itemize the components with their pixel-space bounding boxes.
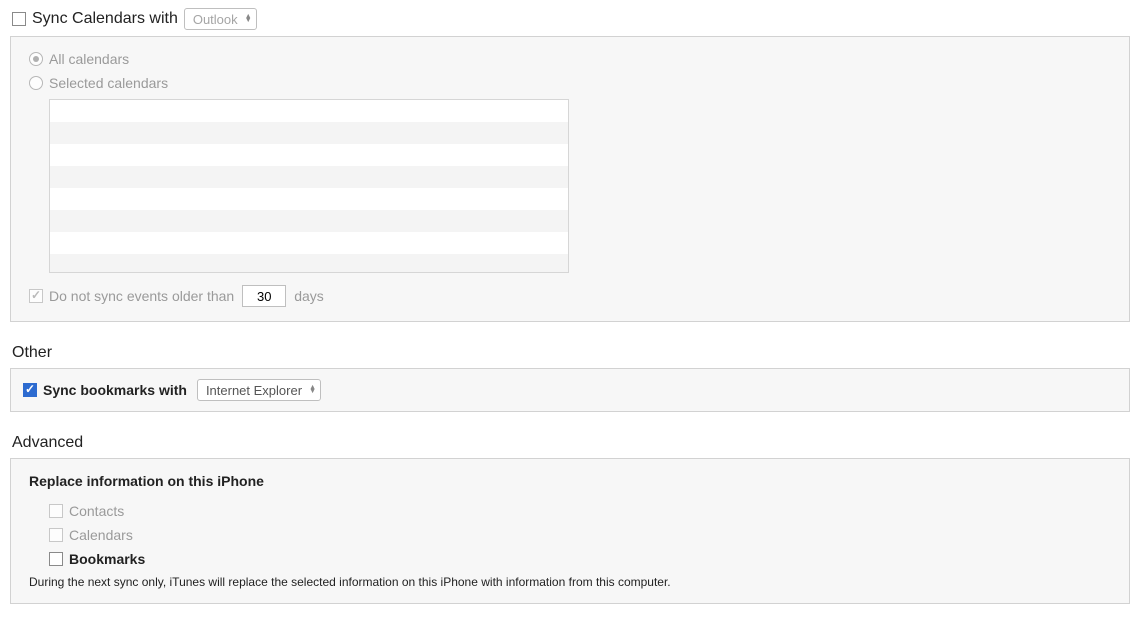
age-limit-pre: Do not sync events older than	[49, 288, 234, 304]
replace-bookmarks-label: Bookmarks	[69, 551, 145, 567]
list-item	[50, 210, 568, 232]
age-limit-row: Do not sync events older than days	[29, 285, 1111, 307]
calendar-app-select[interactable]: Outlook ▲▼	[184, 8, 257, 30]
age-limit-checkbox[interactable]	[29, 289, 43, 303]
all-calendars-row[interactable]: All calendars	[29, 51, 1111, 67]
replace-note: During the next sync only, iTunes will r…	[29, 575, 1111, 589]
replace-contacts-row: Contacts	[49, 503, 1111, 519]
list-item	[50, 232, 568, 254]
list-item	[50, 100, 568, 122]
sync-bookmarks-row: Sync bookmarks with Internet Explorer ▲▼	[23, 379, 1117, 401]
list-item	[50, 254, 568, 273]
all-calendars-label: All calendars	[49, 51, 129, 67]
age-limit-post: days	[294, 288, 324, 304]
selected-calendars-label: Selected calendars	[49, 75, 168, 91]
calendar-app-value: Outlook	[193, 12, 238, 27]
all-calendars-radio[interactable]	[29, 52, 43, 66]
replace-bookmarks-row: Bookmarks	[49, 551, 1111, 567]
advanced-heading: Advanced	[12, 434, 1130, 452]
replace-contacts-label: Contacts	[69, 503, 124, 519]
calendars-listbox[interactable]	[49, 99, 569, 273]
updown-icon: ▲▼	[309, 386, 316, 394]
selected-calendars-row[interactable]: Selected calendars	[29, 75, 1111, 91]
list-item	[50, 188, 568, 210]
replace-bookmarks-checkbox[interactable]	[49, 552, 63, 566]
list-item	[50, 166, 568, 188]
sync-bookmarks-label: Sync bookmarks with	[43, 382, 187, 398]
bookmarks-app-value: Internet Explorer	[206, 383, 302, 398]
sync-bookmarks-checkbox[interactable]	[23, 383, 37, 397]
replace-heading: Replace information on this iPhone	[29, 473, 1111, 489]
updown-icon: ▲▼	[245, 15, 252, 23]
bookmarks-app-select[interactable]: Internet Explorer ▲▼	[197, 379, 321, 401]
other-heading: Other	[12, 344, 1130, 362]
replace-calendars-checkbox[interactable]	[49, 528, 63, 542]
replace-calendars-label: Calendars	[69, 527, 133, 543]
list-item	[50, 144, 568, 166]
list-item	[50, 122, 568, 144]
replace-contacts-checkbox[interactable]	[49, 504, 63, 518]
selected-calendars-radio[interactable]	[29, 76, 43, 90]
sync-calendars-header: Sync Calendars with Outlook ▲▼	[12, 8, 1130, 30]
sync-calendars-label: Sync Calendars with	[32, 10, 178, 28]
other-panel: Sync bookmarks with Internet Explorer ▲▼	[10, 368, 1130, 412]
sync-calendars-panel: All calendars Selected calendars Do not …	[10, 36, 1130, 322]
advanced-panel: Replace information on this iPhone Conta…	[10, 458, 1130, 604]
replace-calendars-row: Calendars	[49, 527, 1111, 543]
sync-calendars-checkbox[interactable]	[12, 12, 26, 26]
age-limit-input[interactable]	[242, 285, 286, 307]
